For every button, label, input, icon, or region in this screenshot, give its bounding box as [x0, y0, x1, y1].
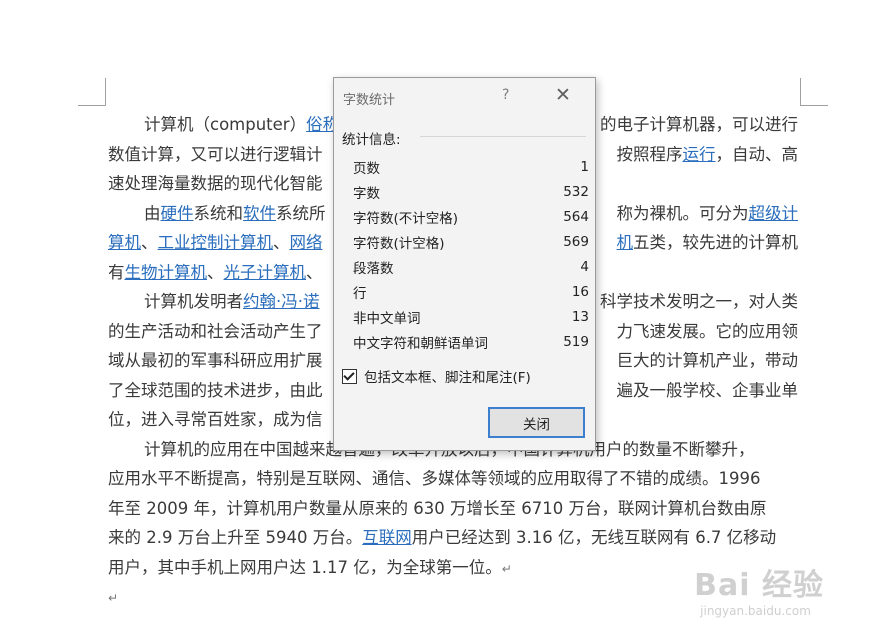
include-textboxes-checkbox[interactable]: 包括文本框、脚注和尾注(F): [342, 366, 531, 386]
statistic-value: 16: [571, 283, 589, 300]
document-text: 年至 2009 年，计算机用户数量从原来的 630 万增长至 6710 万台，联…: [108, 498, 767, 518]
hyperlink[interactable]: 算机: [108, 233, 141, 252]
document-text: 的生产活动和社会活动产生了: [108, 321, 323, 341]
document-text: 由: [144, 203, 161, 223]
statistic-row: 字符数(计空格) 569: [353, 229, 589, 254]
statistic-value: 532: [563, 183, 589, 200]
statistic-row: 非中文单词 13: [353, 304, 589, 329]
document-text-tail: 科学技术发明之一，对人类: [600, 287, 798, 317]
document-line: 年至 2009 年，计算机用户数量从原来的 630 万增长至 6710 万台，联…: [108, 494, 798, 524]
document-text-tail: 力飞速发展。它的应用领: [617, 317, 799, 347]
document-text-tail: 巨大的计算机产业，带动: [617, 346, 799, 376]
baidu-watermark: Bai 经验 jingyan.baidu.com: [694, 560, 824, 618]
document-text: 位，进入寻常百姓家，成为信: [108, 410, 323, 429]
statistic-value: 13: [571, 308, 589, 325]
statistic-label: 段落数: [353, 260, 394, 277]
hyperlink[interactable]: 机: [617, 233, 634, 252]
document-text: 了全球范围的技术进步，由此: [108, 380, 323, 400]
document-text: 计算机发明者: [144, 292, 243, 311]
hyperlink[interactable]: 硬件: [161, 204, 194, 223]
statistics-list: 页数 1 字数 532 字符数(不计空格) 564 字符数(计空格) 569 段落数 4 行 16 非中…: [353, 154, 589, 354]
document-text: 称为裸机。可分为: [616, 203, 749, 223]
document-text-tail: 的电子计算机器，可以进行: [600, 110, 798, 140]
hyperlink[interactable]: 光子计算机: [224, 263, 307, 282]
statistic-row: 行 16: [353, 279, 589, 304]
document-text-tail: 遍及一般学校、企事业单: [617, 376, 799, 406]
document-text: 有: [108, 262, 125, 282]
statistic-row: 字符数(不计空格) 564: [353, 204, 589, 229]
statistics-label: 统计信息:: [342, 132, 401, 148]
statistic-label: 非中文单词: [353, 310, 421, 327]
paragraph-mark-icon: ↵: [501, 561, 512, 576]
divider: [420, 136, 586, 137]
page-corner-mark: [105, 78, 106, 106]
watermark-logo: Bai 经验: [694, 568, 824, 603]
page-corner-mark: [800, 105, 828, 106]
word-count-dialog: 字数统计 ? ✕ 统计信息: 页数 1 字数 532 字符数(不计空格) 564 字符数(计…: [333, 77, 596, 451]
statistic-label: 字符数(不计空格): [353, 210, 459, 227]
document-text: 系统和: [193, 203, 244, 223]
hyperlink[interactable]: 软件: [243, 204, 276, 223]
statistic-row: 中文字符和朝鲜语单词 519: [353, 329, 589, 354]
statistic-value: 4: [580, 258, 589, 275]
document-text: 科学技术发明之一，对人类: [600, 292, 798, 311]
document-text-tail: 称为裸机。可分为超级计: [617, 199, 799, 229]
document-text: 用户已经达到 3.16 亿，无线互联网有 6.7 亿移动: [411, 528, 777, 547]
watermark-url: jingyan.baidu.com: [700, 604, 811, 618]
statistic-label: 中文字符和朝鲜语单词: [353, 335, 488, 352]
statistic-label: 行: [353, 285, 367, 302]
document-text: ，自动、高: [715, 144, 799, 164]
hyperlink[interactable]: 互联网: [362, 528, 412, 547]
hyperlink[interactable]: 工业控制计算机: [158, 233, 274, 252]
document-text: 、: [306, 262, 323, 282]
document-text: 来的 2.9 万台上升至 5940 万台。: [108, 528, 363, 547]
document-text: 、: [273, 233, 290, 252]
document-text: 巨大的计算机产业，带动: [616, 351, 799, 370]
statistic-value: 569: [563, 233, 589, 250]
checkbox-label[interactable]: 包括文本框、脚注和尾注(F): [364, 366, 531, 386]
hyperlink[interactable]: 约翰·冯·诺: [243, 292, 320, 311]
hyperlink[interactable]: 超级计: [749, 204, 799, 223]
hyperlink[interactable]: 生物计算机: [125, 263, 208, 282]
statistic-row: 段落数 4: [353, 254, 589, 279]
paragraph-mark-icon: ↵: [108, 591, 119, 605]
document-line: 应用水平不断提高，特别是互联网、通信、多媒体等领域的应用取得了不错的成绩。199…: [108, 464, 798, 494]
document-text: 按照程序: [616, 144, 683, 164]
document-text: 应用水平不断提高，特别是互联网、通信、多媒体等领域的应用取得了不错的成绩。199…: [108, 469, 761, 488]
statistic-label: 页数: [353, 160, 380, 177]
document-text: 数值计算，又可以进行逻辑计: [108, 144, 323, 164]
document-text-tail: 按照程序运行，自动、高: [617, 140, 799, 170]
statistic-label: 字符数(计空格): [353, 235, 445, 252]
document-text: 速处理海量数据的现代化智能: [108, 174, 323, 193]
document-text: 力飞速发展。它的应用领: [616, 321, 799, 341]
document-text: 五类，较先进的计算机: [633, 233, 798, 252]
document-text: 、: [207, 262, 224, 282]
document-text: 、: [141, 233, 158, 252]
close-button[interactable]: 关闭: [488, 407, 585, 438]
dialog-title: 字数统计: [343, 93, 396, 108]
document-text: 系统所: [276, 203, 326, 223]
statistic-label: 字数: [353, 185, 380, 202]
hyperlink[interactable]: 网络: [290, 233, 323, 252]
statistic-row: 页数 1: [353, 154, 589, 179]
document-text: 的电子计算机器，可以进行: [600, 115, 798, 134]
statistic-value: 1: [580, 158, 589, 175]
document-text: 遍及一般学校、企事业单: [616, 380, 799, 400]
document-text: 用户，其中手机上网用户达 1.17 亿，为全球第一位。: [108, 557, 502, 577]
statistic-value: 519: [563, 333, 589, 350]
page-corner-mark: [800, 78, 801, 106]
page-corner-mark: [78, 105, 106, 106]
document-text: 计算机（computer）: [144, 115, 307, 134]
document-text-tail: 机五类，较先进的计算机: [617, 228, 799, 258]
close-icon[interactable]: ✕: [555, 85, 571, 105]
document-line: 来的 2.9 万台上升至 5940 万台。互联网用户已经达到 3.16 亿，无线…: [108, 523, 798, 553]
help-icon[interactable]: ?: [502, 87, 509, 103]
document-text: 域从最初的军事科研应用扩展: [108, 351, 323, 370]
hyperlink[interactable]: 运行: [683, 145, 716, 164]
checkbox-check-icon[interactable]: [342, 368, 357, 384]
statistic-row: 字数 532: [353, 179, 589, 204]
statistic-value: 564: [563, 208, 589, 225]
